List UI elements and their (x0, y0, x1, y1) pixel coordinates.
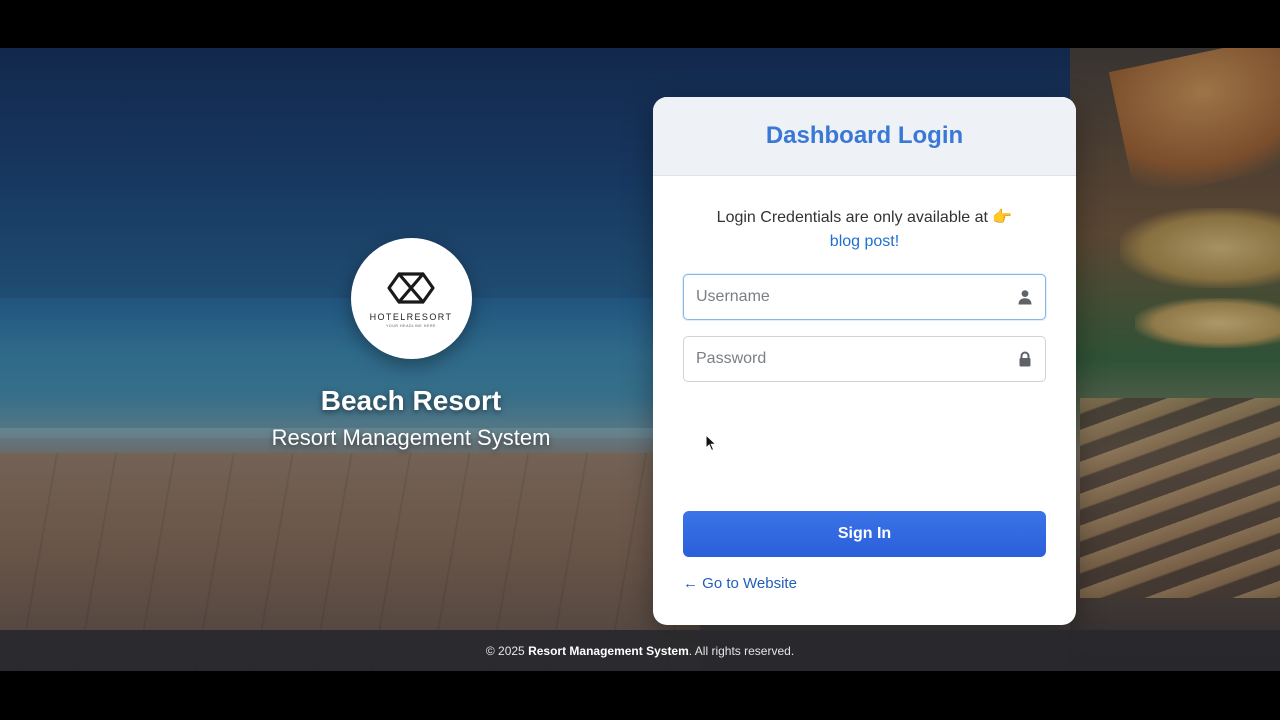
lock-icon (1019, 351, 1031, 367)
brand-block: HOTELRESORT YOUR HEADLINE HERE Beach Res… (260, 238, 562, 451)
go-to-website-link[interactable]: ← Go to Website (683, 575, 797, 592)
letterbox-bottom (0, 671, 1280, 720)
mouse-cursor-icon (705, 434, 717, 452)
footer-copyright: © 2025 (485, 643, 525, 658)
logo-tagline: YOUR HEADLINE HERE (385, 323, 437, 328)
background-scene: HOTELRESORT YOUR HEADLINE HERE Beach Res… (0, 48, 1280, 671)
logo: HOTELRESORT YOUR HEADLINE HERE (350, 238, 472, 359)
letterbox-top (0, 0, 1280, 48)
user-icon (1018, 290, 1032, 305)
login-card-body: Login Credentials are only available at … (653, 176, 1076, 382)
sign-in-button[interactable]: Sign In (683, 511, 1046, 557)
password-input[interactable] (696, 350, 1017, 368)
credentials-notice: Login Credentials are only available at … (683, 206, 1046, 254)
username-input[interactable] (696, 288, 1017, 306)
login-card: Dashboard Login Login Credentials are on… (653, 97, 1076, 625)
brand-subtitle: Resort Management System (271, 425, 551, 450)
logo-text: HOTELRESORT (369, 311, 453, 322)
logo-mark-icon (387, 271, 435, 304)
footer-rights: . All rights reserved. (688, 643, 795, 658)
username-field[interactable] (683, 274, 1046, 320)
password-field[interactable] (683, 336, 1046, 382)
login-card-header: Dashboard Login (653, 97, 1076, 176)
login-title: Dashboard Login (765, 122, 964, 149)
footer-system-name: Resort Management System (528, 643, 689, 658)
blog-post-link[interactable]: blog post! (830, 233, 899, 250)
footer: © 2025 Resort Management System. All rig… (0, 630, 1280, 671)
brand-name: Beach Resort (320, 385, 502, 416)
background-overlay (0, 48, 1280, 671)
credentials-notice-text: Login Credentials are only available at … (716, 209, 1013, 226)
